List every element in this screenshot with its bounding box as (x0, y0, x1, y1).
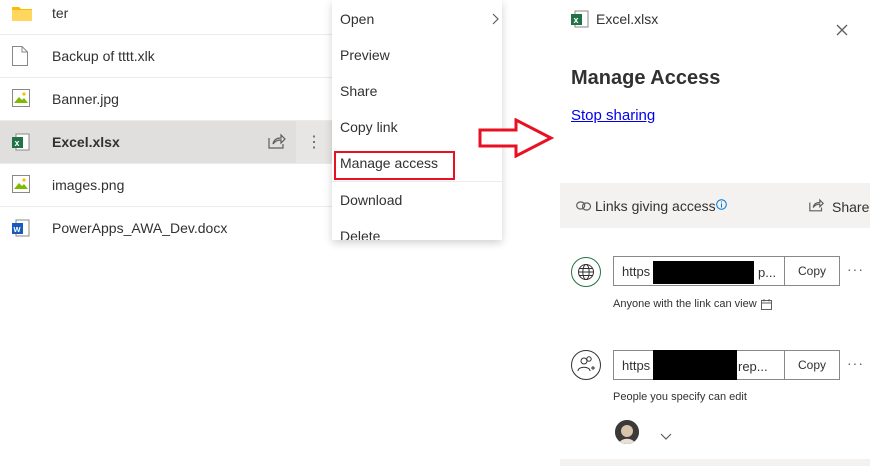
avatar[interactable] (615, 420, 639, 444)
svg-text:x: x (15, 138, 20, 148)
more-options-icon[interactable]: ··· (847, 261, 864, 277)
menu-item-preview[interactable]: Preview (332, 37, 502, 73)
link-icon (576, 198, 592, 214)
svg-text:x: x (574, 15, 579, 25)
file-name: images.png (52, 177, 125, 193)
excel-file-icon: x (571, 10, 589, 33)
generic-file-icon (12, 46, 32, 66)
file-name: PowerApps_AWA_Dev.docx (52, 220, 228, 236)
list-item[interactable]: Backup of tttt.xlk (0, 35, 332, 78)
copy-button[interactable]: Copy (784, 350, 840, 380)
list-item[interactable]: w PowerApps_AWA_Dev.docx (0, 207, 332, 249)
list-item[interactable]: ter (0, 0, 332, 35)
menu-item-copy-link[interactable]: Copy link (332, 109, 502, 145)
menu-item-download[interactable]: Download (332, 182, 502, 218)
share-icon[interactable] (268, 133, 288, 153)
list-item[interactable]: Banner.jpg (0, 78, 332, 121)
menu-item-open[interactable]: Open (332, 1, 502, 37)
panel-bottom-bar (560, 459, 870, 466)
highlight-box (334, 151, 455, 180)
share-icon[interactable] (809, 198, 824, 215)
manage-access-panel: x Excel.xlsx Manage Access Stop sharing … (560, 0, 885, 466)
file-name: Backup of tttt.xlk (52, 48, 155, 64)
share-button[interactable]: Share (832, 199, 869, 215)
redaction-block (653, 350, 737, 380)
copy-button[interactable]: Copy (784, 256, 840, 286)
link-description: People you specify can edit (613, 391, 747, 403)
link-description: Anyone with the link can view (613, 298, 757, 310)
file-name: ter (52, 5, 69, 21)
links-header-label: Links giving access (595, 198, 716, 214)
links-header-bar: Links giving access Share (560, 183, 870, 228)
folder-icon (12, 5, 32, 25)
stop-sharing-link[interactable]: Stop sharing (571, 107, 655, 124)
more-options-icon[interactable]: ⋮ (296, 121, 332, 163)
info-icon[interactable] (716, 197, 727, 213)
list-item[interactable]: images.png (0, 164, 332, 207)
calendar-icon (761, 297, 772, 315)
file-name: Excel.xlsx (52, 134, 120, 150)
context-menu: Open Preview Share Copy link Manage acce… (332, 0, 502, 240)
redaction-block (653, 261, 754, 284)
image-file-icon (12, 89, 32, 109)
menu-item-share[interactable]: Share (332, 73, 502, 109)
word-file-icon: w (12, 219, 32, 239)
more-options-icon[interactable]: ··· (847, 355, 864, 371)
page-title: Manage Access (571, 67, 721, 89)
svg-text:w: w (13, 224, 22, 234)
image-file-icon (12, 175, 32, 195)
panel-file-name: Excel.xlsx (596, 11, 659, 27)
chevron-down-icon[interactable] (660, 428, 672, 446)
globe-icon (571, 257, 601, 287)
chevron-right-icon (492, 12, 500, 28)
people-icon (571, 350, 601, 380)
close-icon[interactable] (836, 23, 848, 41)
menu-item-delete[interactable]: Delete (332, 218, 502, 240)
list-item-selected[interactable]: x Excel.xlsx ⋮ (0, 121, 332, 164)
excel-file-icon: x (12, 133, 32, 153)
file-name: Banner.jpg (52, 91, 119, 107)
red-arrow-icon (478, 117, 555, 163)
